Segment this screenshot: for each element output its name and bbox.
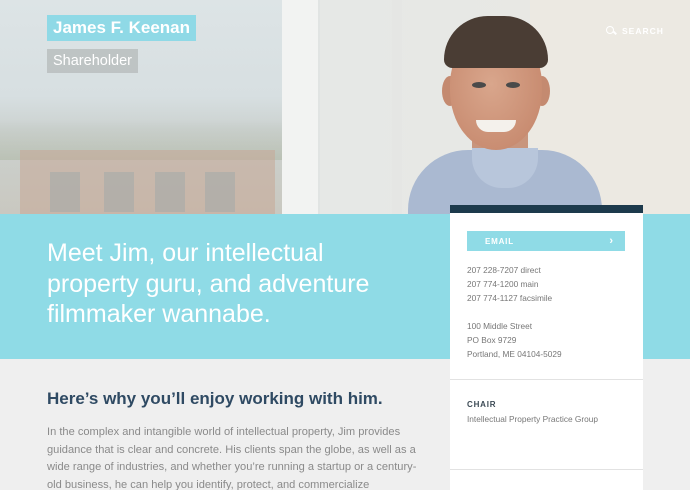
search-label[interactable]: SEARCH [622,26,664,36]
card-divider [450,379,643,380]
person-name: James F. Keenan [47,15,197,41]
hero-banner: SEARCH James F. Keenan Shareholder [0,0,690,214]
photo-smile [476,120,516,132]
profile-photo [400,10,610,214]
chevron-right-icon[interactable]: › [609,235,613,247]
section-heading: Here’s why you’ll enjoy working with him… [47,389,383,408]
card-divider [450,469,643,470]
photo-eye [506,82,520,88]
building-window [104,172,134,212]
search-icon[interactable] [606,26,616,36]
window-mullion [282,0,318,214]
practice-group-link[interactable]: Intellectual Property Practice Group [467,414,598,424]
card-top-bar [450,205,643,213]
address-street: 100 Middle Street [467,321,533,331]
intro-tagline: Meet Jim, our intellectual property guru… [47,239,370,328]
email-button[interactable]: EMAIL › [467,231,625,251]
bio-paragraph: In the complex and intangible world of i… [47,426,417,490]
building-window [155,172,185,212]
person-title: Shareholder [47,49,138,73]
address-pobox: PO Box 9729 [467,335,517,345]
phone-direct[interactable]: 207 228-7207 direct [467,263,541,277]
address-city: Portland, ME 04104-5029 [467,349,562,359]
photo-eye [472,82,486,88]
phone-fax: 207 774-1127 facsimile [467,293,553,303]
role-heading: CHAIR [467,400,497,409]
email-label[interactable]: EMAIL [485,237,514,246]
search-button[interactable]: SEARCH [606,26,664,36]
phone-main[interactable]: 207 774-1200 main [467,277,539,291]
building-window [50,172,80,212]
photo-hair [444,16,548,68]
contact-card: EMAIL › 207 228-7207 direct 207 774-1200… [450,205,643,490]
building-window [205,172,235,212]
